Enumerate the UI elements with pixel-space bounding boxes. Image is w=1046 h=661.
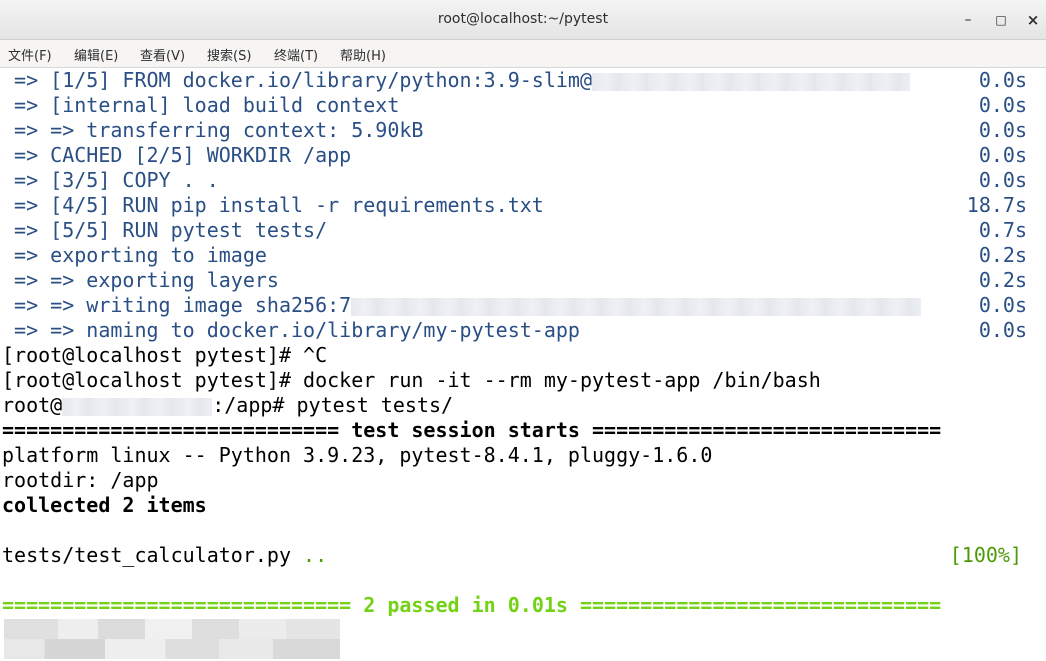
terminal-output[interactable]: => [1/5] FROM docker.io/library/python:3…	[0, 68, 1046, 661]
rootdir-line: rootdir: /app	[2, 468, 159, 492]
redacted-region	[4, 639, 340, 659]
build-step-time: 0.0s	[978, 68, 1027, 92]
build-step-time: 0.0s	[978, 118, 1027, 142]
minimize-button[interactable]: –	[957, 9, 979, 31]
build-step-line: => [internal] load build context	[2, 93, 400, 117]
shell-prompt-line: [root@localhost pytest]# docker run -it …	[2, 368, 821, 392]
window-title: root@localhost:~/pytest	[437, 11, 609, 27]
build-step-line: => exporting to image	[2, 243, 267, 267]
menu-search[interactable]: 搜索(S)	[207, 45, 251, 64]
build-step-time: 0.0s	[978, 168, 1027, 192]
build-step-time: 0.0s	[978, 143, 1027, 167]
test-progress: [100%]	[949, 543, 1022, 567]
test-file-line: tests/test_calculator.py ..	[2, 543, 328, 567]
collected-line: collected 2 items	[2, 493, 207, 517]
menu-help[interactable]: 帮助(H)	[340, 45, 386, 64]
shell-prompt-line: [root@localhost pytest]# ^C	[2, 343, 328, 367]
build-step-line: => [4/5] RUN pip install -r requirements…	[2, 193, 544, 217]
menu-terminal[interactable]: 终端(T)	[274, 45, 318, 64]
menu-bar: 文件(F) 编辑(E) 查看(V) 搜索(S) 终端(T) 帮助(H)	[0, 40, 1046, 68]
build-step-time: 0.2s	[978, 268, 1027, 292]
menu-file[interactable]: 文件(F)	[8, 45, 52, 64]
build-step-line: => CACHED [2/5] WORKDIR /app	[2, 143, 352, 167]
session-header: ============================ test sessio…	[2, 418, 942, 442]
build-step-line: => => naming to docker.io/library/my-pyt…	[2, 318, 580, 342]
passed-count: 2 passed	[363, 593, 460, 617]
build-step-line: => => transferring context: 5.90kB	[2, 118, 424, 142]
build-step-time: 0.2s	[978, 243, 1027, 267]
build-step-line: => => writing image sha256:7	[2, 293, 922, 318]
summary-line: ============================= 2 passed i…	[2, 593, 942, 617]
maximize-button[interactable]: □	[990, 9, 1012, 31]
terminal-window: root@localhost:~/pytest – □ × 文件(F) 编辑(E…	[0, 0, 1046, 661]
title-bar[interactable]: root@localhost:~/pytest – □ ×	[0, 0, 1046, 40]
platform-line: platform linux -- Python 3.9.23, pytest-…	[2, 443, 713, 467]
build-step-time: 0.0s	[978, 293, 1027, 317]
redacted-region	[351, 297, 922, 316]
build-step-line: => [1/5] FROM docker.io/library/python:3…	[2, 68, 911, 93]
build-step-time: 18.7s	[966, 193, 1027, 217]
build-step-line: => => exporting layers	[2, 268, 279, 292]
container-prompt-line: root@:/app# pytest tests/	[2, 393, 454, 417]
build-step-time: 0.7s	[978, 218, 1027, 242]
menu-view[interactable]: 查看(V)	[140, 45, 185, 64]
build-step-line: => [3/5] COPY . .	[2, 168, 219, 192]
build-step-time: 0.0s	[978, 93, 1027, 117]
test-dots: ..	[303, 543, 328, 567]
elapsed-time: 0.01s	[507, 593, 568, 617]
build-step-time: 0.0s	[978, 318, 1027, 342]
close-button[interactable]: ×	[1022, 9, 1044, 31]
redacted-region	[592, 72, 911, 91]
menu-edit[interactable]: 编辑(E)	[74, 45, 118, 64]
redacted-region	[62, 397, 213, 416]
build-step-line: => [5/5] RUN pytest tests/	[2, 218, 328, 242]
